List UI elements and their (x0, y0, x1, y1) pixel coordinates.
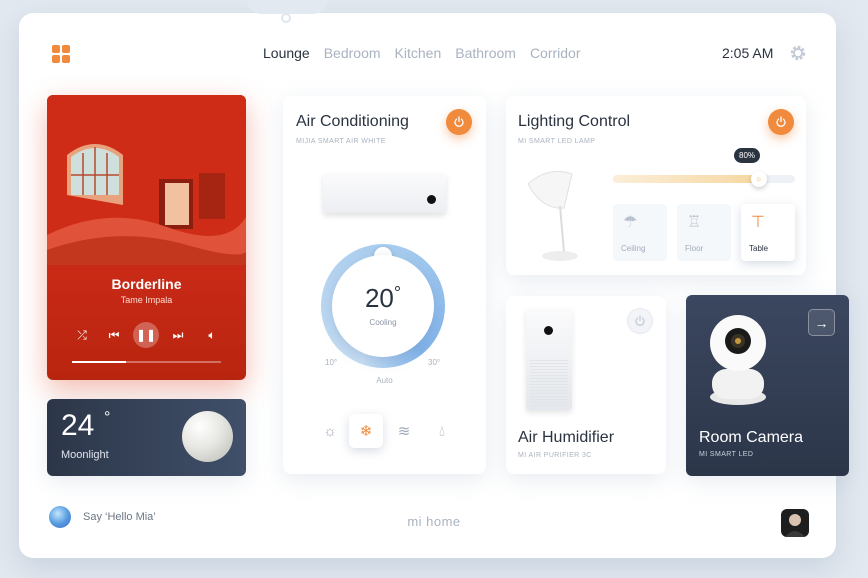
power-icon (635, 315, 645, 326)
camera-subtitle: MI SMART LED (699, 451, 754, 458)
album-art (47, 95, 246, 265)
ac-power-button[interactable] (446, 109, 472, 135)
temperature-min: 10° (325, 358, 338, 367)
temperature-max: 30° (428, 358, 441, 367)
ac-mode-selector: ☼ ❄ ≋ 💧︎ (313, 414, 463, 448)
moon-icon (182, 411, 233, 462)
tab-bathroom[interactable]: Bathroom (455, 45, 516, 61)
song-artist: Tame Impala (120, 295, 173, 305)
light-ceiling-label: Ceiling (621, 244, 646, 253)
volume-icon[interactable]: 🔈︎ (199, 322, 225, 348)
weather-temperature: 24 (61, 409, 95, 442)
tab-lounge[interactable]: Lounge (263, 45, 310, 61)
ac-title: Air Conditioning (296, 113, 409, 130)
weather-degree: ° (104, 409, 111, 426)
table-lamp-image (527, 171, 578, 261)
light-table-label: Table (749, 244, 769, 253)
room-tabs: Lounge Bedroom Kitchen Bathroom Corridor (263, 45, 595, 61)
tab-kitchen[interactable]: Kitchen (395, 45, 442, 61)
light-ceiling-button[interactable]: ☂ Ceiling (613, 204, 667, 261)
light-table-button[interactable]: ⊤ Table (741, 204, 795, 261)
ac-mode-label: Cooling (369, 318, 397, 327)
humidifier-power-button[interactable] (627, 308, 653, 334)
set-temperature: 20° (364, 283, 402, 313)
arrow-right-icon[interactable]: → (808, 309, 835, 336)
table-lamp-icon: ⊤ (751, 214, 765, 231)
lighting-title: Lighting Control (518, 113, 631, 130)
ac-subtitle: MIJIA SMART AIR WHITE (296, 138, 386, 145)
lighting-power-button[interactable] (768, 109, 794, 135)
camera-title: Room Camera (699, 429, 804, 446)
sun-icon[interactable]: ☼ (313, 414, 347, 448)
power-icon (454, 116, 464, 127)
next-icon[interactable]: ⏭ (165, 322, 191, 348)
weather-card: 24 ° Moonlight (47, 399, 246, 476)
avatar[interactable] (781, 509, 809, 537)
ceiling-light-icon: ☂ (623, 214, 638, 231)
room-camera-card[interactable]: → Room Camera MI SMART LED (686, 295, 849, 476)
weather-label: Moonlight (61, 449, 109, 461)
notch-dot (281, 13, 291, 23)
window-notch (247, 0, 327, 14)
humidifier-title: Air Humidifier (518, 429, 615, 446)
snowflake-icon[interactable]: ❄ (349, 414, 383, 448)
gear-icon[interactable] (789, 44, 807, 62)
dial-center: 20° Cooling (332, 255, 434, 357)
previous-icon[interactable]: ⏮ (101, 322, 127, 348)
auto-label: Auto (376, 376, 393, 385)
humidifier-subtitle: MI AIR PURIFIER 3C (518, 452, 592, 459)
playback-progress[interactable] (72, 361, 221, 363)
brightness-thumb[interactable]: ☼ (750, 171, 767, 187)
brightness-slider[interactable]: ☼ (613, 171, 795, 187)
light-floor-label: Floor (685, 244, 704, 253)
apps-grid-icon[interactable] (52, 45, 70, 63)
ac-unit-image (323, 173, 446, 213)
tab-bedroom[interactable]: Bedroom (324, 45, 381, 61)
lighting-control-card: Lighting Control MI SMART LED LAMP 80% ☼… (506, 96, 806, 275)
lighting-subtitle: MI SMART LED LAMP (518, 138, 596, 145)
power-icon (776, 116, 786, 127)
air-conditioning-card: Air Conditioning MIJIA SMART AIR WHITE 2… (283, 96, 486, 474)
brightness-tooltip: 80% (734, 148, 761, 163)
floor-lamp-icon: ♖ (687, 214, 702, 231)
security-camera-image (710, 315, 766, 405)
shuffle-icon[interactable]: ⤮ (69, 322, 95, 348)
song-title: Borderline (111, 276, 182, 292)
wind-icon[interactable]: ≋ (387, 414, 421, 448)
tab-corridor[interactable]: Corridor (530, 45, 581, 61)
brand-logo: mi home (407, 514, 461, 529)
light-floor-button[interactable]: ♖ Floor (677, 204, 731, 261)
air-purifier-image (526, 308, 572, 410)
air-humidifier-card: Air Humidifier MI AIR PURIFIER 3C (506, 296, 666, 474)
playback-progress-fill (72, 361, 126, 363)
temperature-dial[interactable]: 20° Cooling (321, 244, 445, 368)
pause-button[interactable]: ❚❚ (133, 322, 159, 348)
playback-controls: ⤮ ⏮ ❚❚ ⏭ 🔈︎ (69, 322, 225, 348)
droplet-icon[interactable]: 💧︎ (425, 414, 459, 448)
music-player-card: Borderline Tame Impala ⤮ ⏮ ❚❚ ⏭ 🔈︎ (47, 95, 246, 380)
brightness-fill (613, 175, 759, 183)
clock: 2:05 AM (722, 45, 774, 61)
